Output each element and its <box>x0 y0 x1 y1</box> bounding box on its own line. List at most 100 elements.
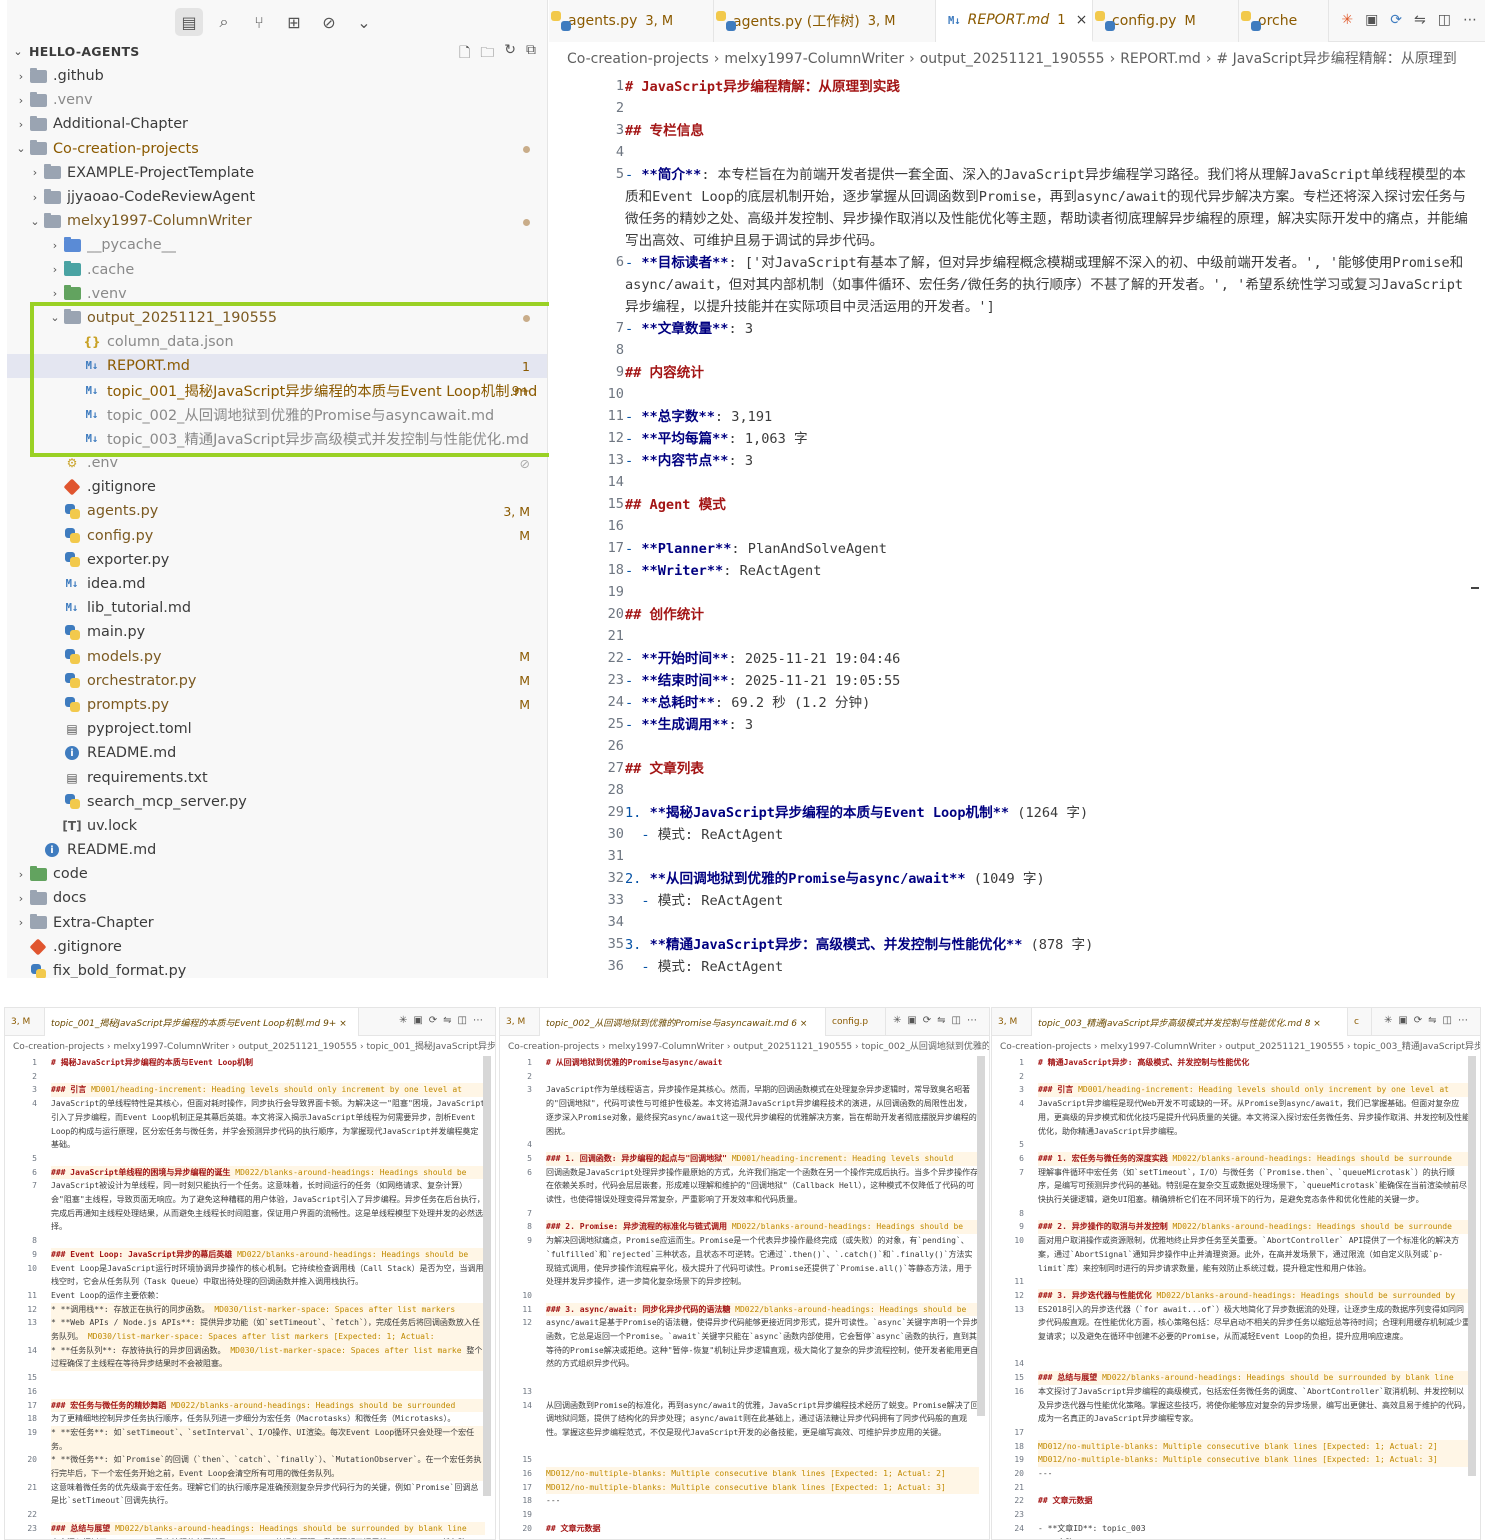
tree-item[interactable]: › docs <box>7 886 547 910</box>
tree-item[interactable]: exporter.py <box>7 548 547 572</box>
code-line[interactable]: ## 专栏信息 <box>625 120 1470 142</box>
code-line[interactable]: - 模式: ReActAgent <box>625 890 1470 912</box>
mini-code-line[interactable]: 13 * **Web APIs / Node.js APIs**: 提供异步功能（… <box>5 1316 495 1344</box>
code-line[interactable]: - 模式: ReActAgent <box>625 956 1470 978</box>
mini-code-line[interactable]: 18 为了更精细地控制异步任务执行顺序，任务队列进一步细分为宏任务（Macrota… <box>5 1412 495 1426</box>
mini-code-line[interactable]: 3 ### 引言 MD001/heading-increment: Heading… <box>992 1083 1480 1098</box>
mini-tab[interactable]: 3, M <box>5 1008 45 1036</box>
chevron-down-icon[interactable]: ⌄ <box>7 45 29 58</box>
tree-item[interactable]: search_mcp_server.py <box>7 790 547 814</box>
mini-tab[interactable]: c <box>1348 1008 1372 1036</box>
chevron-right-icon[interactable]: › <box>27 191 43 204</box>
breadcrumb-item[interactable]: # JavaScript异步编程精解：从原理到 <box>1216 51 1456 67</box>
tree-item[interactable]: i README.md <box>7 741 547 765</box>
explorer-icon[interactable]: ▤ <box>175 8 203 36</box>
mini-code-line[interactable]: 18 MD012/no-multiple-blanks: Multiple co… <box>992 1439 1480 1454</box>
preview-icon[interactable]: ▣ <box>1365 12 1378 28</box>
tree-item[interactable]: models.py M <box>7 645 547 669</box>
code-line[interactable] <box>625 472 1470 494</box>
mini-code-line[interactable]: 12 * **调用栈**: 存放正在执行的同步函数。 MD030/list-mar… <box>5 1302 495 1317</box>
tree-item[interactable]: › Additional-Chapter <box>7 112 547 136</box>
code-line[interactable]: ## 创作统计 <box>625 604 1470 626</box>
mini-code-line[interactable]: 11 ### 3. async/await: 同步化异步代码的语法糖 MD022/… <box>500 1302 989 1317</box>
mini-tab[interactable]: topic_001_揭秘JavaScript异步编程的本质与Event Loop… <box>45 1008 359 1036</box>
mini-code-line[interactable]: 3 JavaScript作为单线程语言，异步操作是其核心。然而，早期的回调函数模式… <box>500 1083 989 1138</box>
chevron-right-icon[interactable]: › <box>13 916 29 929</box>
mini-code-line[interactable]: 21 这意味着微任务的优先级高于宏任务。理解它们的执行顺序是准确预测复杂异步代码行… <box>5 1481 495 1508</box>
editor-tab[interactable]: agents.py 3, M <box>549 0 714 42</box>
tree-item[interactable]: M↓ idea.md <box>7 572 547 596</box>
mini-code-line[interactable]: 15 <box>5 1371 495 1385</box>
code-line[interactable] <box>625 384 1470 406</box>
mini-code-line[interactable]: 8 <box>5 1234 495 1248</box>
sync-icon[interactable]: ⟳ <box>1390 12 1402 28</box>
mini-code-line[interactable]: 14 * **任务队列**: 存放待执行的异步回调函数。 MD030/list-m… <box>5 1343 495 1372</box>
tree-item[interactable]: .gitignore <box>7 935 547 959</box>
mini-code-line[interactable]: 22 ## 文章元数据 <box>992 1494 1480 1508</box>
mini-code-line[interactable]: 4 JavaScript的单线程特性是其核心，但面对耗时操作，同步执行会导致界面卡… <box>5 1097 495 1152</box>
mini-code-line[interactable]: 24 - **文章ID**: topic_003 <box>992 1522 1480 1536</box>
chevron-right-icon[interactable]: › <box>47 287 63 300</box>
refresh-icon[interactable]: ↻ <box>504 42 516 66</box>
mini-code-line[interactable]: 4 JavaScript异步编程是现代Web开发不可或缺的一环。从Promise到… <box>992 1097 1480 1138</box>
tree-item[interactable]: i README.md <box>7 838 547 862</box>
code-line[interactable] <box>625 780 1470 802</box>
tree-item[interactable]: config.py M <box>7 524 547 548</box>
mini-code-line[interactable]: 9 ### 2. 异步操作的取消与并发控制 MD022/blanks-around… <box>992 1220 1480 1235</box>
tree-item[interactable]: › code <box>7 862 547 886</box>
tree-item[interactable]: › jjyaoao-CodeReviewAgent <box>7 185 547 209</box>
code-line[interactable]: - **文章数量**: 3 <box>625 318 1470 340</box>
chevron-down-icon[interactable]: ⌄ <box>47 311 63 324</box>
tree-item[interactable]: ⚙ .env ⊘ <box>7 451 547 475</box>
collapse-all-icon[interactable]: ⧉ <box>526 42 536 66</box>
code-line[interactable]: - **Planner**: PlanAndSolveAgent <box>625 538 1470 560</box>
tree-item[interactable]: › .github <box>7 64 547 88</box>
chevron-down-icon[interactable]: ⌄ <box>350 8 378 36</box>
mini-code-line[interactable]: 6 ### 1. 宏任务与微任务的深度实践 MD022/blanks-around… <box>992 1151 1480 1166</box>
mini-code-line[interactable]: 3 ### 引言 MD001/heading-increment: Heading… <box>5 1083 495 1098</box>
new-file-icon[interactable]: 🗋 <box>459 42 470 66</box>
mini-code-line[interactable]: 5 <box>5 1152 495 1166</box>
compare-icon[interactable]: ⇋ <box>1414 12 1426 28</box>
mini-code-line[interactable]: 20 * **微任务**: 如`Promise`的回调（`then`、`catch… <box>5 1453 495 1481</box>
tree-item[interactable]: agents.py 3, M <box>7 499 547 523</box>
tree-item[interactable]: ▤ pyproject.toml <box>7 717 547 741</box>
tree-item[interactable]: › EXAMPLE-ProjectTemplate <box>7 161 547 185</box>
chevron-down-icon[interactable]: ⌄ <box>13 142 29 155</box>
mini-code-line[interactable]: 10 面对用户取消操作或资源限制，优雅地终止异步任务至关重要。`AbortCont… <box>992 1234 1480 1275</box>
tree-item[interactable]: › __pycache__ <box>7 233 547 257</box>
mini-code-line[interactable]: 16 <box>5 1385 495 1399</box>
chevron-right-icon[interactable]: › <box>47 239 63 252</box>
mini-code-line[interactable]: 13 ES2018引入的异步迭代器（`for await...of`）极大地简化了… <box>992 1303 1480 1358</box>
tree-item[interactable]: orchestrator.py M <box>7 669 547 693</box>
chevron-right-icon[interactable]: › <box>27 166 43 179</box>
mini-code-line[interactable]: 18 --- <box>500 1494 989 1508</box>
mini-code-line[interactable]: 24 本文深入探讨了JavaScript异步编程的必要性及Event Loop的运… <box>5 1536 495 1540</box>
source-control-icon[interactable]: ⑂ <box>245 8 273 36</box>
mini-code-line[interactable]: 12 async/await是基于Promise的语法糖，使得异步代码能够更接近同… <box>500 1316 989 1385</box>
tree-item[interactable]: M↓ lib_tutorial.md <box>7 596 547 620</box>
spark-icon[interactable]: ✳ <box>1341 12 1353 28</box>
tree-item[interactable]: fix_bold_format.py <box>7 959 547 978</box>
mini-code-line[interactable]: 1 # 揭秘JavaScript异步编程的本质与Event Loop机制 <box>5 1056 495 1070</box>
search-icon[interactable]: ⌕ <box>210 8 238 36</box>
mini-code-line[interactable]: 22 <box>5 1508 495 1522</box>
mini-code-line[interactable]: 17 MD012/no-multiple-blanks: Multiple co… <box>500 1480 989 1495</box>
mini-code-line[interactable]: 2 <box>992 1070 1480 1084</box>
code-line[interactable] <box>625 912 1470 934</box>
breadcrumb-item[interactable]: melxy1997-ColumnWriter <box>724 51 904 67</box>
tree-item[interactable]: {} column_data.json <box>7 330 547 354</box>
mini-code-line[interactable]: 5 <box>992 1138 1480 1152</box>
mini-code-line[interactable]: 19 MD012/no-multiple-blanks: Multiple co… <box>992 1453 1480 1467</box>
code-line[interactable]: - **总耗时**: 69.2 秒 (1.2 分钟) <box>625 692 1470 714</box>
breadcrumb-item[interactable]: REPORT.md <box>1120 51 1201 67</box>
tree-item[interactable]: ⌄ melxy1997-ColumnWriter <box>7 209 547 233</box>
mini-code-line[interactable]: 19 <box>500 1508 989 1522</box>
code-line[interactable] <box>625 340 1470 362</box>
tree-item[interactable]: prompts.py M <box>7 693 547 717</box>
mini-code-line[interactable]: 19 * **宏任务**: 如`setTimeout`、`setInterval`… <box>5 1425 495 1454</box>
tree-item[interactable]: M↓ REPORT.md 1 <box>7 354 547 379</box>
code-line[interactable] <box>625 582 1470 604</box>
tree-item[interactable]: › .venv <box>7 88 547 112</box>
mini-code-line[interactable]: 11 Event Loop的运作主要依赖： <box>5 1289 495 1303</box>
